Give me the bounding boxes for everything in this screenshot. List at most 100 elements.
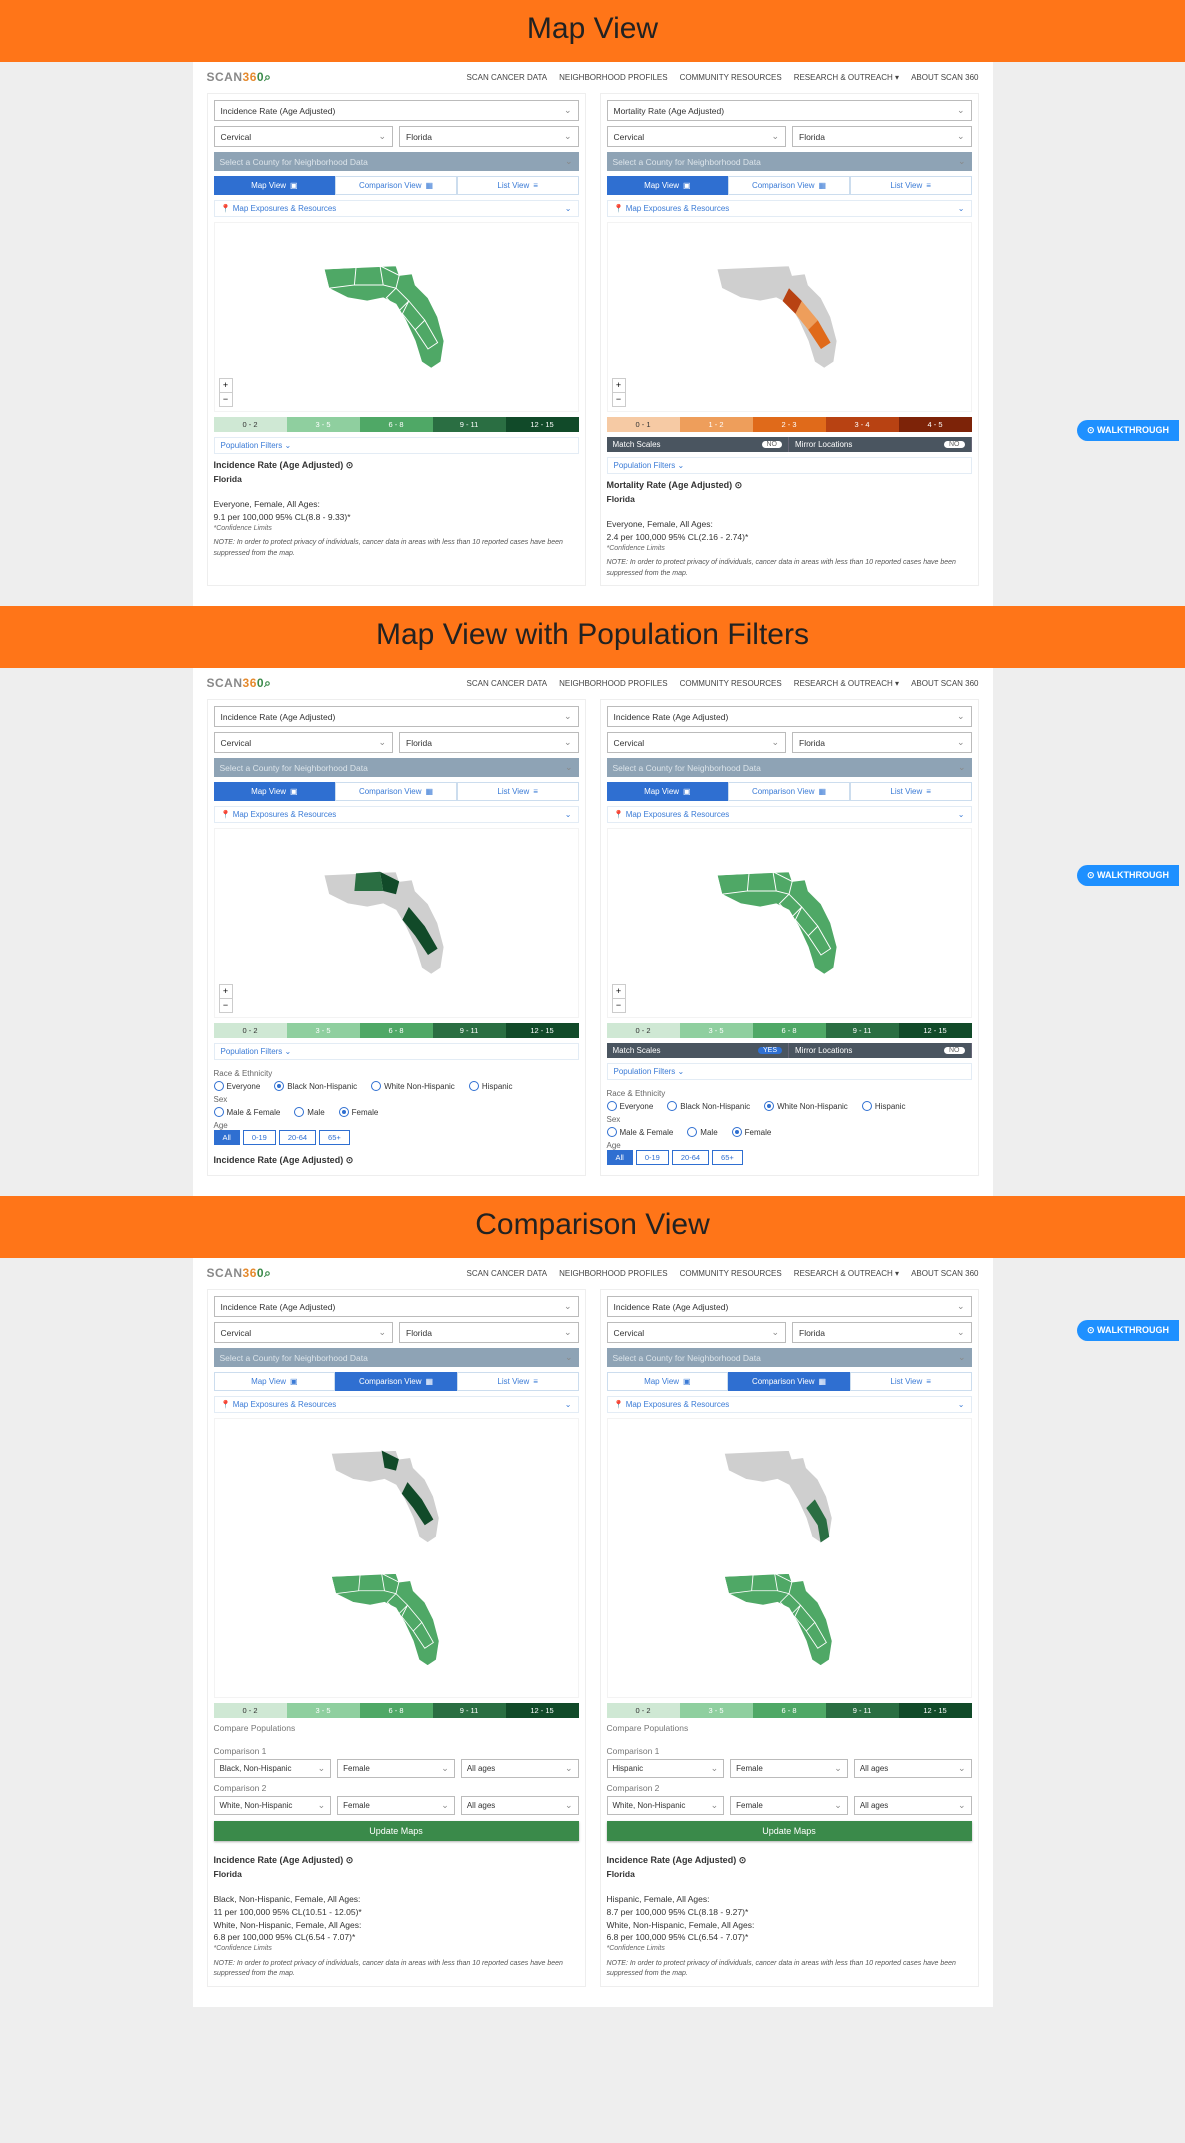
comparison-maps[interactable] bbox=[214, 1418, 579, 1698]
nav-item[interactable]: SCAN CANCER DATA bbox=[467, 679, 548, 688]
nav-item[interactable]: NEIGHBORHOOD PROFILES bbox=[559, 1269, 667, 1278]
cmp2-race[interactable]: White, Non-Hispanic bbox=[214, 1796, 332, 1815]
nav-item[interactable]: NEIGHBORHOOD PROFILES bbox=[559, 73, 667, 82]
radio-male[interactable]: Male bbox=[294, 1107, 324, 1117]
mirror-toggle[interactable]: NO bbox=[944, 441, 965, 448]
county-select[interactable]: Select a County for Neighborhood Data bbox=[214, 152, 579, 171]
update-maps-button[interactable]: Update Maps bbox=[607, 1821, 972, 1841]
cmp2-sex[interactable]: Female bbox=[337, 1796, 455, 1815]
radio-male[interactable]: Male bbox=[687, 1127, 717, 1137]
exposures-toggle[interactable]: 📍 Map Exposures & Resources bbox=[214, 806, 579, 823]
logo[interactable]: SCAN360⌕ bbox=[207, 1266, 272, 1281]
tab-list[interactable]: List View≡ bbox=[457, 176, 579, 195]
cancer-select[interactable]: Cervical bbox=[214, 1322, 394, 1343]
logo[interactable]: SCAN360⌕ bbox=[207, 676, 272, 691]
tab-list[interactable]: List View≡ bbox=[850, 782, 972, 801]
measure-select[interactable]: Incidence Rate (Age Adjusted) bbox=[214, 706, 579, 727]
exposures-toggle[interactable]: 📍 Map Exposures & Resources bbox=[214, 1396, 579, 1413]
cmp2-race[interactable]: White, Non-Hispanic bbox=[607, 1796, 725, 1815]
walkthrough-button[interactable]: ⊙ WALKTHROUGH bbox=[1077, 865, 1179, 886]
cmp1-age[interactable]: All ages bbox=[461, 1759, 579, 1778]
radio-white[interactable]: White Non-Hispanic bbox=[371, 1081, 455, 1091]
pop-filters-toggle[interactable]: Population Filters bbox=[607, 457, 972, 474]
measure-select[interactable]: Incidence Rate (Age Adjusted) bbox=[607, 1296, 972, 1317]
nav-item[interactable]: SCAN CANCER DATA bbox=[467, 1269, 548, 1278]
tab-map[interactable]: Map View▣ bbox=[607, 176, 729, 195]
measure-select[interactable]: Incidence Rate (Age Adjusted) bbox=[214, 1296, 579, 1317]
region-select[interactable]: Florida bbox=[399, 126, 579, 147]
measure-select[interactable]: Incidence Rate (Age Adjusted) bbox=[214, 100, 579, 121]
cancer-select[interactable]: Cervical bbox=[214, 126, 394, 147]
tab-map[interactable]: Map View▣ bbox=[214, 176, 336, 195]
nav-item[interactable]: ABOUT SCAN 360 bbox=[911, 1269, 978, 1278]
tab-map[interactable]: Map View▣ bbox=[607, 782, 729, 801]
tab-comparison[interactable]: Comparison View▦ bbox=[335, 176, 457, 195]
exposures-toggle[interactable]: 📍 Map Exposures & Resources bbox=[607, 200, 972, 217]
tab-comparison[interactable]: Comparison View▦ bbox=[728, 1372, 850, 1391]
radio-female[interactable]: Female bbox=[732, 1127, 772, 1137]
exposures-toggle[interactable]: 📍 Map Exposures & Resources bbox=[607, 806, 972, 823]
nav-item[interactable]: COMMUNITY RESOURCES bbox=[680, 679, 782, 688]
radio-hispanic[interactable]: Hispanic bbox=[469, 1081, 513, 1091]
nav-item[interactable]: ABOUT SCAN 360 bbox=[911, 73, 978, 82]
nav-item[interactable]: COMMUNITY RESOURCES bbox=[680, 73, 782, 82]
nav-item[interactable]: ABOUT SCAN 360 bbox=[911, 679, 978, 688]
county-select[interactable]: Select a County for Neighborhood Data bbox=[214, 758, 579, 777]
tab-list[interactable]: List View≡ bbox=[457, 1372, 579, 1391]
age-tabs[interactable]: All0-1920-6465+ bbox=[214, 1130, 579, 1145]
cancer-select[interactable]: Cervical bbox=[607, 732, 787, 753]
nav-item[interactable]: RESEARCH & OUTREACH ▾ bbox=[794, 1269, 899, 1278]
cmp1-sex[interactable]: Female bbox=[337, 1759, 455, 1778]
zoom-control[interactable]: +− bbox=[219, 984, 233, 1013]
radio-everyone[interactable]: Everyone bbox=[214, 1081, 261, 1091]
comparison-maps[interactable] bbox=[607, 1418, 972, 1698]
zoom-control[interactable]: +− bbox=[219, 378, 233, 407]
map-canvas[interactable]: +− bbox=[607, 222, 972, 412]
tab-list[interactable]: List View≡ bbox=[850, 176, 972, 195]
radio-hispanic[interactable]: Hispanic bbox=[862, 1101, 906, 1111]
measure-select[interactable]: Mortality Rate (Age Adjusted) bbox=[607, 100, 972, 121]
pop-filters-toggle[interactable]: Population Filters bbox=[214, 1043, 579, 1060]
tab-comparison[interactable]: Comparison View▦ bbox=[728, 782, 850, 801]
county-select[interactable]: Select a County for Neighborhood Data bbox=[214, 1348, 579, 1367]
county-select[interactable]: Select a County for Neighborhood Data bbox=[607, 758, 972, 777]
region-select[interactable]: Florida bbox=[792, 126, 972, 147]
tab-comparison[interactable]: Comparison View▦ bbox=[728, 176, 850, 195]
age-tabs[interactable]: All0-1920-6465+ bbox=[607, 1150, 972, 1165]
tab-list[interactable]: List View≡ bbox=[457, 782, 579, 801]
measure-select[interactable]: Incidence Rate (Age Adjusted) bbox=[607, 706, 972, 727]
zoom-control[interactable]: +− bbox=[612, 378, 626, 407]
mirror-toggle[interactable]: NO bbox=[944, 1047, 965, 1054]
cmp1-race[interactable]: Black, Non-Hispanic bbox=[214, 1759, 332, 1778]
logo[interactable]: SCAN360⌕ bbox=[207, 70, 272, 85]
radio-everyone[interactable]: Everyone bbox=[607, 1101, 654, 1111]
tab-list[interactable]: List View≡ bbox=[850, 1372, 972, 1391]
match-toggle[interactable]: NO bbox=[762, 441, 783, 448]
radio-mf[interactable]: Male & Female bbox=[214, 1107, 281, 1117]
exposures-toggle[interactable]: 📍 Map Exposures & Resources bbox=[607, 1396, 972, 1413]
radio-mf[interactable]: Male & Female bbox=[607, 1127, 674, 1137]
radio-black[interactable]: Black Non-Hispanic bbox=[274, 1081, 357, 1091]
cancer-select[interactable]: Cervical bbox=[607, 1322, 787, 1343]
region-select[interactable]: Florida bbox=[792, 1322, 972, 1343]
cmp1-age[interactable]: All ages bbox=[854, 1759, 972, 1778]
pop-filters-toggle[interactable]: Population Filters bbox=[607, 1063, 972, 1080]
tab-map[interactable]: Map View▣ bbox=[607, 1372, 729, 1391]
pop-filters-toggle[interactable]: Population Filters bbox=[214, 437, 579, 454]
cmp1-race[interactable]: Hispanic bbox=[607, 1759, 725, 1778]
map-canvas[interactable]: +− bbox=[214, 222, 579, 412]
map-canvas[interactable]: +− bbox=[607, 828, 972, 1018]
cmp2-sex[interactable]: Female bbox=[730, 1796, 848, 1815]
cancer-select[interactable]: Cervical bbox=[214, 732, 394, 753]
walkthrough-button[interactable]: ⊙ WALKTHROUGH bbox=[1077, 420, 1179, 441]
county-select[interactable]: Select a County for Neighborhood Data bbox=[607, 1348, 972, 1367]
radio-white[interactable]: White Non-Hispanic bbox=[764, 1101, 848, 1111]
tab-comparison[interactable]: Comparison View▦ bbox=[335, 782, 457, 801]
region-select[interactable]: Florida bbox=[399, 732, 579, 753]
match-toggle[interactable]: YES bbox=[758, 1047, 782, 1054]
nav-item[interactable]: RESEARCH & OUTREACH ▾ bbox=[794, 73, 899, 82]
cmp1-sex[interactable]: Female bbox=[730, 1759, 848, 1778]
radio-black[interactable]: Black Non-Hispanic bbox=[667, 1101, 750, 1111]
nav-item[interactable]: NEIGHBORHOOD PROFILES bbox=[559, 679, 667, 688]
tab-comparison[interactable]: Comparison View▦ bbox=[335, 1372, 457, 1391]
